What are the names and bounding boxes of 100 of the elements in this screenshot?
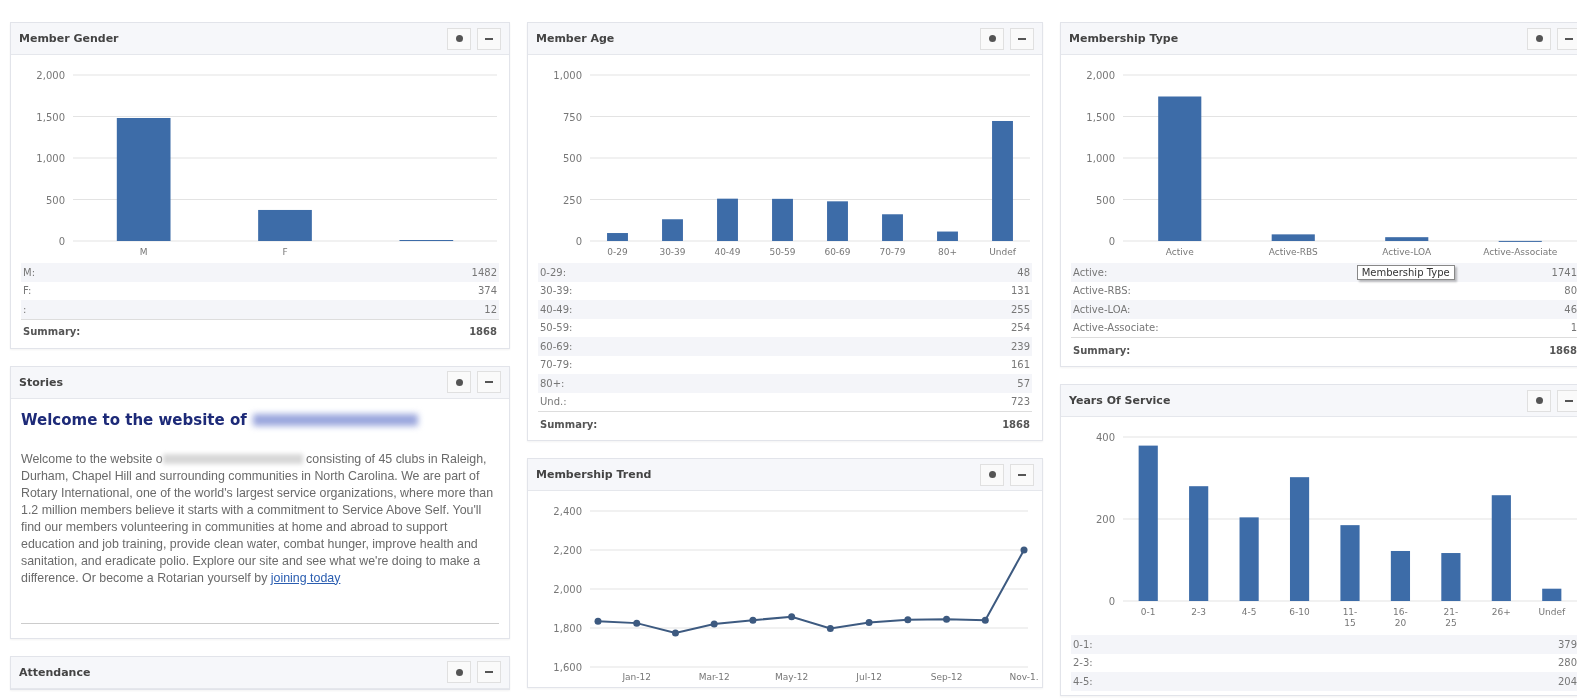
axis-label: Active: [1165, 247, 1194, 257]
minus-icon: [1018, 37, 1026, 40]
tick-label: 500: [45, 194, 65, 206]
row-label: 0-29:: [540, 266, 567, 278]
dot-icon: [1535, 35, 1543, 42]
tick-label: 400: [1095, 432, 1115, 443]
tooltip: Membership Type: [1356, 265, 1455, 280]
panel-options-button[interactable]: [447, 371, 471, 393]
bar: [937, 231, 958, 241]
row-value: 1482: [471, 266, 497, 278]
data-point: [633, 619, 641, 627]
collapse-button[interactable]: [1557, 27, 1577, 50]
data-point: [749, 616, 757, 624]
axis-label: 50-59: [769, 247, 796, 257]
tick-label: 250: [562, 194, 582, 206]
row-label: 30-39:: [540, 285, 573, 297]
tick-label: 200: [1095, 514, 1115, 525]
collapse-button[interactable]: [477, 661, 501, 683]
collapse-button[interactable]: [1010, 27, 1034, 50]
row-label: Active-RBS:: [1073, 285, 1131, 297]
tick-label: 0: [58, 236, 65, 247]
tick-label: 750: [562, 111, 582, 123]
collapse-button[interactable]: [1010, 463, 1034, 486]
axis-label: 30-39: [659, 247, 686, 257]
row-label: 80+:: [540, 377, 565, 389]
row-label: 60-69:: [540, 340, 573, 352]
minus-icon: [485, 671, 493, 673]
data-point: [981, 616, 989, 624]
data-point: [943, 615, 951, 623]
dot-icon: [455, 35, 463, 42]
tick-label: 1,800: [553, 623, 582, 634]
collapse-button[interactable]: [1557, 389, 1577, 412]
panel-options-button[interactable]: [980, 27, 1004, 50]
axis-label: 80+: [938, 247, 957, 257]
join-link[interactable]: joining today: [270, 570, 341, 585]
axis-label: Nov-1.: [1009, 672, 1039, 682]
bar: [772, 198, 793, 241]
panel-title: Membership Trend: [536, 468, 653, 481]
panel-title: Member Gender: [19, 32, 120, 45]
row-value: 255: [1010, 303, 1030, 315]
story-heading: Welcome to the website of: [21, 410, 247, 429]
minus-icon: [485, 381, 493, 383]
axis-label: 60-69: [824, 247, 851, 257]
dot-icon: [1535, 397, 1543, 404]
axis-label: 21- 25: [1443, 607, 1459, 628]
panel-options-button[interactable]: [1527, 27, 1551, 50]
row-label: Active-Associate:: [1073, 322, 1159, 334]
axis-label: 4-5: [1241, 607, 1257, 617]
data-point: [710, 620, 718, 628]
row-value: 57: [1017, 377, 1030, 389]
tick-label: 2,000: [1086, 70, 1115, 81]
panel-options-button[interactable]: [1527, 389, 1551, 412]
panel-title: Membership Type: [1069, 32, 1180, 45]
summary-label: Summary:: [540, 418, 598, 430]
row-value: 48: [1017, 266, 1030, 278]
data-point: [1020, 546, 1028, 554]
axis-label: M: [139, 247, 148, 257]
panel-options-button[interactable]: [447, 27, 471, 50]
collapse-button[interactable]: [477, 371, 501, 393]
minus-icon: [485, 37, 493, 40]
row-value: 723: [1010, 396, 1030, 408]
row-label: 70-79:: [540, 359, 573, 371]
axis-label: Active-RBS: [1268, 247, 1318, 257]
axis-label: 70-79: [879, 247, 906, 257]
tick-label: 1,600: [553, 662, 582, 673]
bar: [1441, 553, 1461, 601]
tick-label: 0: [575, 236, 582, 247]
data-point: [788, 613, 796, 621]
summary-label: Summary:: [23, 326, 81, 337]
tick-label: 1,500: [1086, 111, 1115, 123]
axis-label: 11- 15: [1342, 607, 1358, 628]
axis-label: Undef: [1538, 607, 1566, 617]
axis-label: Undef: [989, 247, 1016, 257]
tick-label: 500: [1095, 194, 1115, 206]
bar: [882, 214, 903, 241]
row-label: :: [23, 303, 27, 315]
panel-options-button[interactable]: [447, 661, 471, 683]
axis-label: May-12: [775, 672, 809, 682]
axis-label: 16- 20: [1393, 607, 1408, 628]
collapse-button[interactable]: [477, 27, 501, 50]
row-value: 46: [1564, 303, 1577, 315]
tick-label: 2,200: [553, 545, 582, 556]
tick-label: 1,500: [36, 111, 65, 123]
axis-label: 2-3: [1191, 607, 1206, 617]
row-value: 80: [1564, 285, 1577, 297]
row-value: 161: [1010, 359, 1030, 371]
axis-label: Active-LOA: [1382, 247, 1432, 257]
panel-title: Years Of Service: [1069, 394, 1172, 407]
dot-icon: [988, 471, 996, 478]
row-value: 1741: [1551, 266, 1577, 278]
row-value: 204: [1557, 675, 1577, 687]
dot-icon: [455, 668, 463, 676]
panel-title: Stories: [19, 375, 64, 389]
minus-icon: [1018, 473, 1026, 476]
axis-label: 6-10: [1289, 607, 1310, 617]
axis-label: 26+: [1491, 607, 1511, 617]
axis-label: 40-49: [714, 247, 741, 257]
tick-label: 2,000: [36, 70, 65, 81]
panel-options-button[interactable]: [980, 463, 1004, 486]
panel-title: Member Age: [536, 32, 616, 45]
